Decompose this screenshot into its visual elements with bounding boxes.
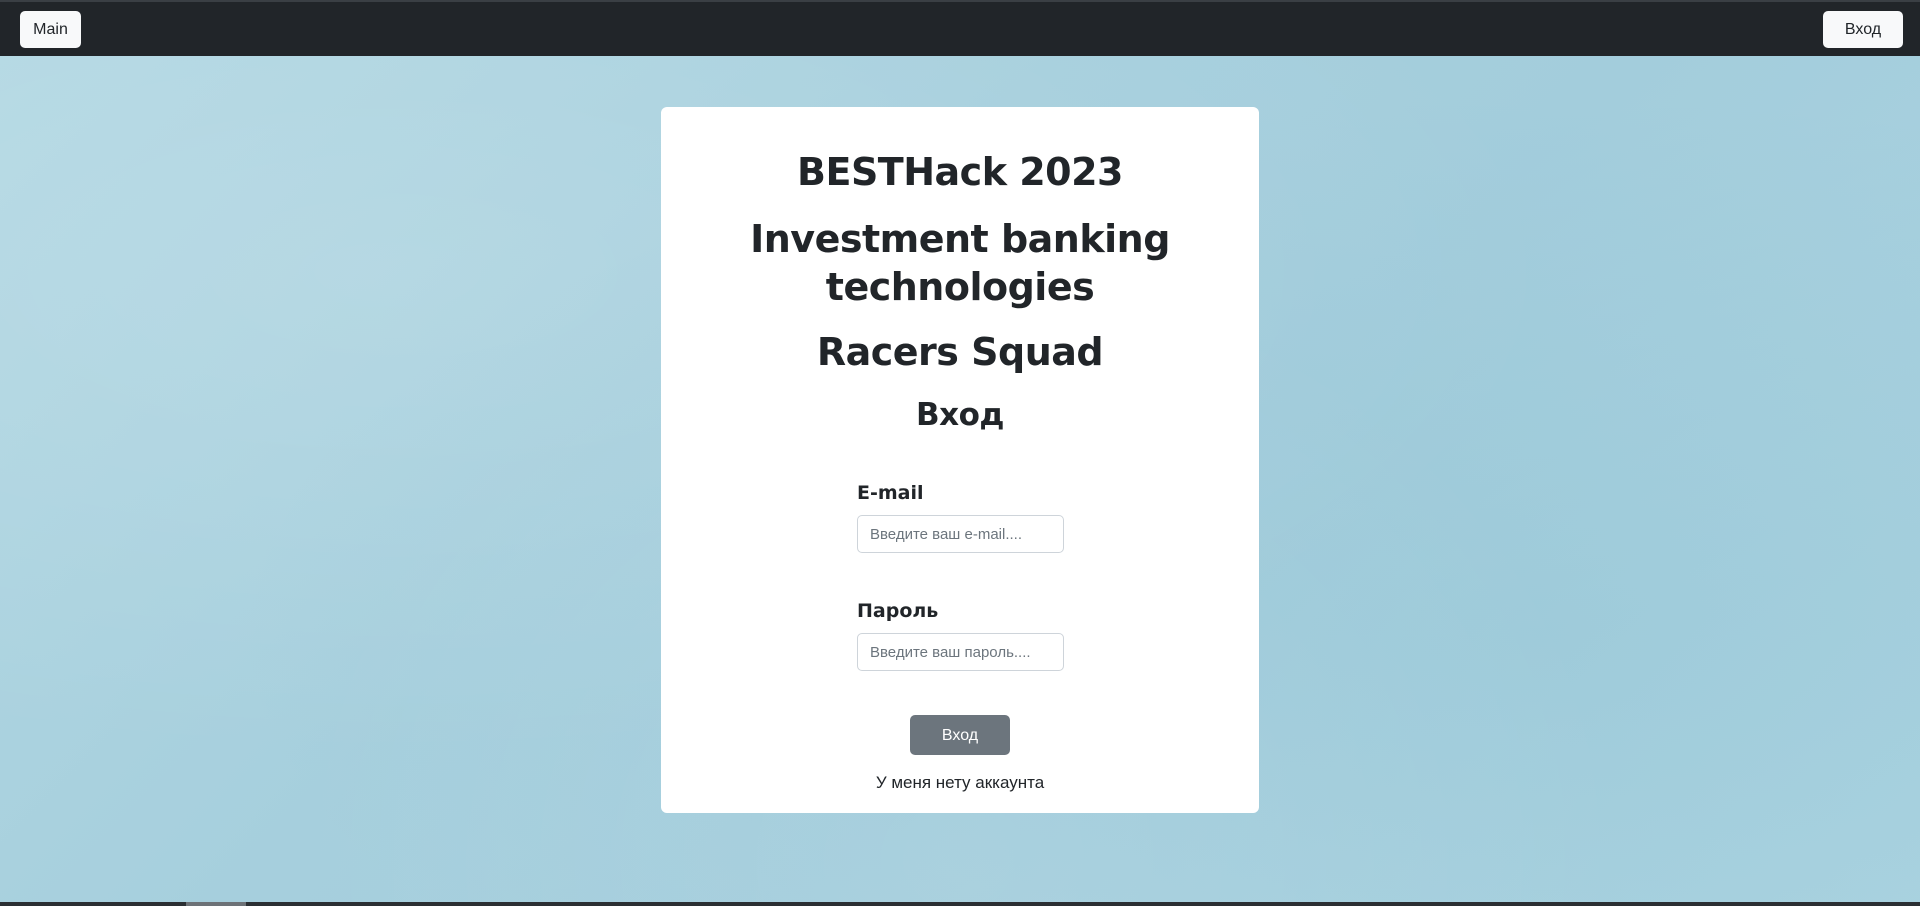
password-label: Пароль [857, 600, 939, 622]
horizontal-scrollbar[interactable] [0, 902, 1920, 906]
login-nav-button[interactable]: Вход [1823, 11, 1903, 48]
password-field[interactable] [857, 633, 1064, 671]
main-nav-button[interactable]: Main [20, 11, 81, 48]
email-field[interactable] [857, 515, 1064, 553]
scrollbar-thumb[interactable] [186, 902, 246, 906]
login-submit-button[interactable]: Вход [910, 715, 1010, 755]
register-link[interactable]: У меня нету аккаунта [661, 773, 1259, 793]
login-heading: Вход [916, 397, 1004, 433]
top-navbar: Main Вход [0, 0, 1920, 56]
login-card: BESTHack 2023 Investment banking technol… [661, 107, 1259, 813]
email-label: E-mail [857, 482, 924, 504]
track-subtitle: Investment banking technologies [750, 217, 1170, 309]
event-title: BESTHack 2023 [797, 150, 1123, 194]
team-name: Racers Squad [816, 330, 1104, 374]
